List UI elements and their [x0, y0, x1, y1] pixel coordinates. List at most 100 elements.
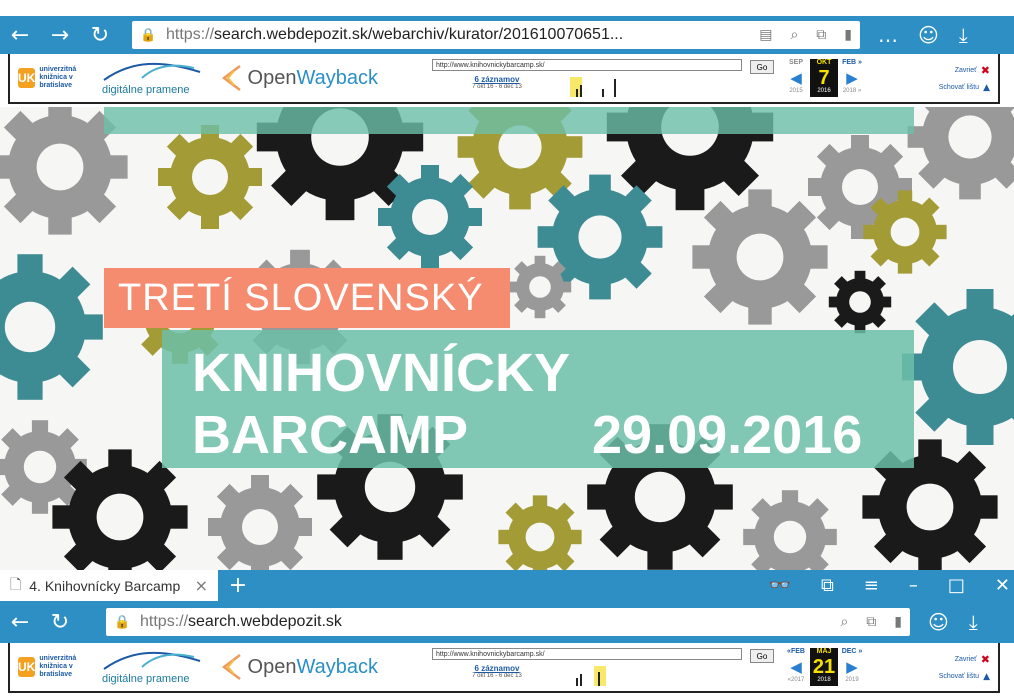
next-arrow-icon[interactable]: ▶ — [846, 657, 858, 677]
share-icon[interactable]: ⧉ — [816, 27, 826, 43]
glasses-icon[interactable]: 👓 — [769, 575, 791, 596]
sparkline-bar — [580, 85, 582, 97]
feedback-icon[interactable]: ☺ — [918, 23, 939, 47]
tab-preview-icon[interactable]: ⧉ — [821, 575, 834, 596]
wayback-toolbar-top: UK univerzitná knižnica v bratislave dig… — [8, 54, 1000, 104]
openwayback-logo[interactable]: OpenWayback — [218, 652, 378, 682]
wayback-calendar: «FEB ◀ «2017 MÁJ 21 2018 DEC » ▶ 2019 — [782, 648, 866, 686]
reading-view-icon[interactable]: ▤ — [759, 27, 772, 43]
capture-sparkline[interactable] — [562, 75, 682, 97]
back-button[interactable]: ← — [0, 16, 40, 54]
next-year-label: 2018 » — [842, 88, 862, 94]
download-icon[interactable]: ⤓ — [959, 23, 968, 47]
go-button[interactable]: Go — [750, 60, 774, 74]
lock-icon: 🔒 — [114, 614, 131, 630]
prev-year-label: «2017 — [787, 677, 805, 683]
openwayback-text: OpenWayback — [247, 655, 378, 678]
sparkline-bar — [580, 674, 582, 686]
sparkline-highlight — [594, 666, 606, 686]
calendar-current: OKT 7 2016 — [810, 59, 838, 97]
openwayback-text: OpenWayback — [247, 66, 378, 89]
ukb-logo-text: univerzitná knižnica v bratislave — [39, 655, 77, 678]
hero-date: 29.09.2016 — [592, 405, 863, 465]
ukb-mark-icon: UK — [18, 68, 36, 88]
close-window-icon[interactable]: ✕ — [995, 575, 1010, 596]
go-button[interactable]: Go — [750, 649, 774, 663]
tab-knihovnicky-barcamp[interactable]: 🗋 4. Knihovnícky Barcamp × — [0, 570, 218, 601]
refresh-button[interactable]: ↻ — [40, 601, 80, 643]
close-toolbar-link[interactable]: Zavrieť ✖ — [955, 653, 990, 666]
sparkline-bar — [614, 79, 616, 97]
top-address-bar: ← → ↻ 🔒 https:// search.webdepozit.sk/we… — [0, 16, 1014, 54]
sparkline-bar — [576, 678, 578, 686]
collapse-up-icon: ▲ — [983, 671, 990, 682]
digitalne-pramene-logo[interactable]: digitálne pramene — [102, 58, 202, 98]
prev-arrow-icon[interactable]: ◀ — [790, 657, 802, 677]
bottom-address-bar: ← ↻ 🔒 https:// search.webdepozit.sk ⌕ ⧉ … — [0, 601, 1014, 643]
close-toolbar-link[interactable]: Zavrieť ✖ — [955, 64, 990, 77]
capture-sparkline[interactable] — [562, 664, 682, 686]
refresh-button[interactable]: ↻ — [80, 16, 120, 54]
tab-close-button[interactable]: × — [195, 576, 208, 595]
close-icon: ✖ — [980, 63, 990, 77]
url-text: search.webdepozit.sk/webarchiv/kurator/2… — [214, 26, 624, 43]
digitalne-pramene-logo[interactable]: digitálne pramene — [102, 647, 202, 687]
hero-top-band — [104, 107, 914, 134]
wayback-url-input[interactable]: http://www.knihovnickybarcamp.sk/ — [432, 648, 742, 660]
ukb-logo[interactable]: UK univerzitná knižnica v bratislave — [18, 655, 98, 679]
share-icon[interactable]: ⧉ — [866, 614, 876, 630]
wayback-toolbar-bottom: UK univerzitná knižnica v bratislave dig… — [8, 643, 1000, 693]
wayback-close-controls: Zavrieť ✖ Schovať lištu ▲ — [939, 64, 990, 93]
address-actions: ⌕ ⧉ ▮ — [840, 614, 902, 630]
browser-menu-icons: ☺ ⤓ — [928, 610, 978, 634]
ukb-logo[interactable]: UK univerzitná knižnica v bratislave — [18, 66, 98, 90]
next-arrow-icon[interactable]: ▶ — [846, 68, 858, 88]
wayback-stats: 6 záznamov 7 okt 16 - 6 dec 13 — [432, 664, 742, 686]
current-year-label: 2016 — [817, 88, 831, 94]
sparkline-bar — [598, 672, 600, 686]
tab-bar: 🗋 4. Knihovnícky Barcamp × + 👓 ⧉ ≡ – □ ✕ — [0, 570, 1014, 601]
zoom-icon[interactable]: ⌕ — [790, 27, 798, 43]
calendar-prev[interactable]: «FEB ◀ «2017 — [782, 648, 810, 686]
collapse-up-icon: ▲ — [983, 82, 990, 93]
current-day-label: 7 — [818, 67, 830, 89]
captures-link[interactable]: 6 záznamov — [432, 75, 562, 84]
back-button[interactable]: ← — [0, 601, 40, 643]
hamburger-icon[interactable]: ≡ — [864, 575, 879, 596]
captures-link[interactable]: 6 záznamov — [432, 664, 562, 673]
captures-info: 6 záznamov 7 okt 16 - 6 dec 13 — [432, 664, 562, 686]
bookmark-icon[interactable]: ▮ — [844, 27, 852, 43]
prev-year-label: 2015 — [789, 88, 803, 94]
calendar-next[interactable]: DEC » ▶ 2019 — [838, 648, 866, 686]
dp-logo-text: digitálne pramene — [102, 84, 190, 96]
maximize-icon[interactable]: □ — [948, 575, 965, 596]
forward-button[interactable]: → — [40, 16, 80, 54]
hide-toolbar-link[interactable]: Schovať lištu ▲ — [939, 83, 990, 93]
feedback-icon[interactable]: ☺ — [928, 610, 949, 634]
browser-menu-icons: … ☺ ⤓ — [878, 23, 968, 47]
url-field[interactable]: 🔒 https:// search.webdepozit.sk/webarchi… — [132, 21, 860, 49]
sparkline-bar — [602, 89, 604, 97]
minimize-icon[interactable]: – — [909, 575, 918, 596]
openwayback-logo[interactable]: OpenWayback — [218, 63, 378, 93]
url-field[interactable]: 🔒 https:// search.webdepozit.sk ⌕ ⧉ ▮ — [106, 608, 910, 636]
download-icon[interactable]: ⤓ — [969, 610, 978, 634]
hero-title-line1: TRETÍ SLOVENSKÝ — [104, 268, 510, 328]
hide-toolbar-link[interactable]: Schovať lištu ▲ — [939, 672, 990, 682]
hero-title-line2: KNIHOVNÍCKY — [192, 343, 571, 403]
archived-page-hero: TRETÍ SLOVENSKÝ KNIHOVNÍCKY BARCAMP 29.0… — [0, 107, 1014, 570]
current-year-label: 2018 — [817, 677, 831, 683]
calendar-next[interactable]: FEB » ▶ 2018 » — [838, 59, 866, 97]
wayback-stats: 6 záznamov 7 okt 16 - 6 dec 13 — [432, 75, 742, 97]
close-label: Zavrieť — [954, 66, 977, 74]
more-menu-button[interactable]: … — [878, 23, 898, 47]
next-month-label: FEB » — [842, 59, 862, 66]
prev-arrow-icon[interactable]: ◀ — [790, 68, 802, 88]
lock-icon: 🔒 — [140, 27, 157, 43]
zoom-icon[interactable]: ⌕ — [840, 614, 848, 630]
bookmark-icon[interactable]: ▮ — [894, 614, 902, 630]
calendar-prev[interactable]: SEP ◀ 2015 — [782, 59, 810, 97]
sparkline-bar — [576, 89, 578, 97]
wayback-url-input[interactable]: http://www.knihovnickybarcamp.sk/ — [432, 59, 742, 71]
new-tab-button[interactable]: + — [218, 573, 258, 598]
